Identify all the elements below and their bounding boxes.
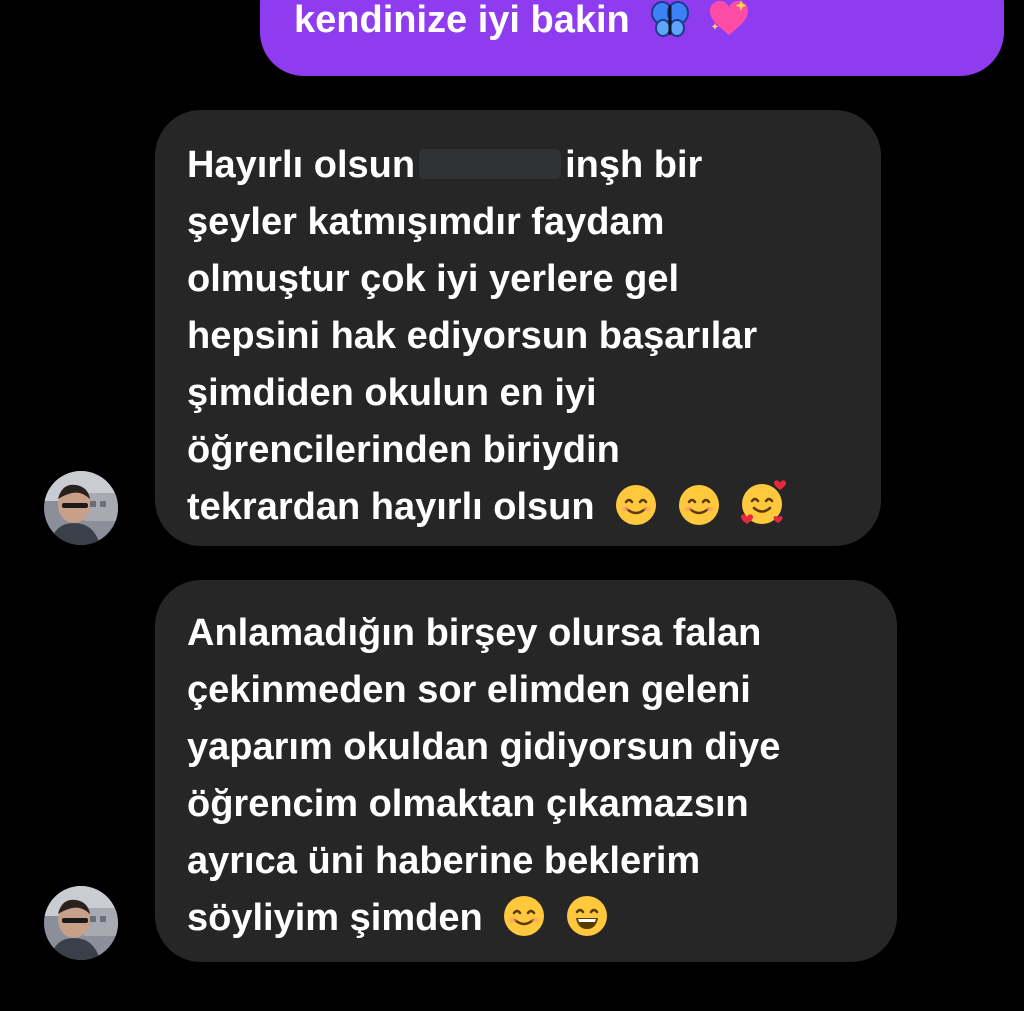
- message-line: çekinmeden sor elimden geleni: [187, 669, 751, 711]
- redacted-name: [419, 149, 562, 179]
- outgoing-message-bubble[interactable]: kendinize iyi bakin: [260, 0, 1004, 76]
- message-line: ayrıca üni haberine beklerim: [187, 840, 701, 882]
- incoming-message-text: Hayırlı olsun inşh bir şeyler katmışımdır…: [187, 137, 851, 543]
- sender-avatar[interactable]: [44, 471, 118, 545]
- incoming-message-text: Anlamadığın birşey olursa falan çekinmed…: [187, 605, 867, 954]
- message-line: yaparım okuldan gidiyorsun diye: [187, 726, 781, 768]
- message-line: söyliyim şimden: [187, 890, 867, 954]
- incoming-message-bubble[interactable]: Hayırlı olsun inşh bir şeyler katmışımdır…: [155, 110, 881, 546]
- message-thread: kendinize iyi bakin Hayırlı olsun inşh b…: [0, 0, 1024, 1011]
- grinning-face-emoji-icon: [566, 895, 608, 954]
- message-line: hepsini hak ediyorsun başarılar: [187, 315, 758, 357]
- outgoing-message-text: kendinize iyi bakin: [294, 0, 751, 41]
- message-line: Anlamadığın birşey olursa falan: [187, 612, 762, 654]
- smiling-face-emoji-icon: [678, 484, 720, 543]
- smiling-face-emoji-icon: [503, 895, 545, 954]
- message-line: tekrardan hayırlı olsun: [187, 479, 851, 543]
- message-line: şeyler katmışımdır faydam: [187, 201, 665, 243]
- message-line: öğrencim olmaktan çıkamazsın: [187, 783, 749, 825]
- smiling-face-emoji-icon: [615, 484, 657, 543]
- message-line: olmuştur çok iyi yerlere gel: [187, 258, 680, 300]
- sender-avatar[interactable]: [44, 886, 118, 960]
- smiling-face-with-hearts-emoji-icon: [740, 480, 788, 543]
- message-line: öğrencilerinden biriydin: [187, 429, 620, 471]
- message-line: şimdiden okulun en iyi: [187, 372, 597, 414]
- message-line: Hayırlı olsun inşh bir: [187, 144, 703, 186]
- butterfly-emoji-icon: [650, 0, 690, 49]
- incoming-message-bubble[interactable]: Anlamadığın birşey olursa falan çekinmed…: [155, 580, 897, 962]
- sparkling-heart-emoji-icon: [707, 0, 751, 49]
